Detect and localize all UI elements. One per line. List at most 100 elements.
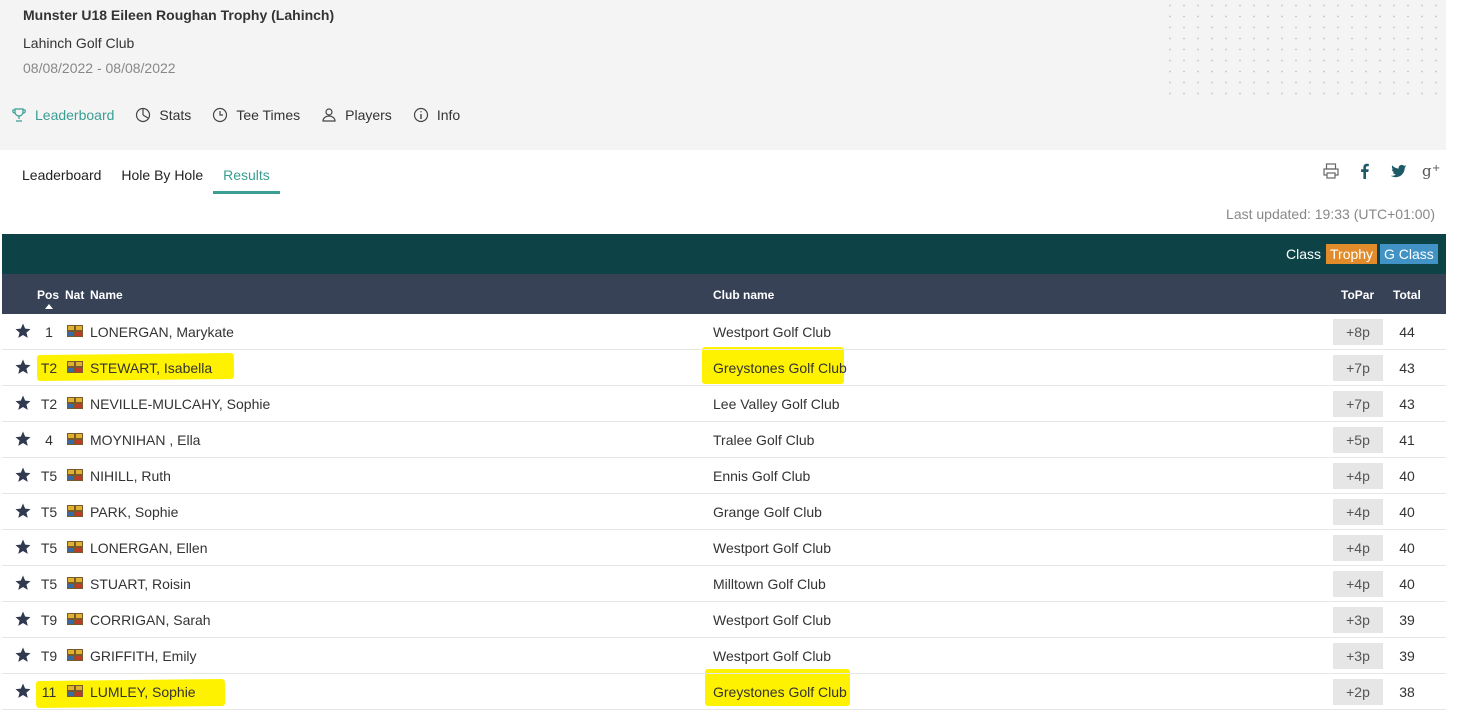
table-row[interactable]: T9 CORRIGAN, Sarah Westport Golf Club +3p 39 (2, 602, 1446, 638)
leaderboard-table-body: 1 LONERGAN, Marykate Westport Golf Club +8p… (2, 314, 1446, 710)
table-row[interactable]: T9 GRIFFITH, Emily Westport Golf Club +3p 39 (2, 638, 1446, 674)
favorite-star-icon[interactable] (14, 538, 32, 556)
print-icon[interactable] (1320, 160, 1342, 182)
share-toolbar: g + (1320, 160, 1444, 182)
total-cell: 39 (1399, 648, 1415, 664)
nav-info-label: Info (436, 107, 461, 123)
info-icon (412, 106, 430, 124)
twitter-icon[interactable] (1388, 160, 1410, 182)
class-badge-g-class[interactable]: G Class (1380, 244, 1438, 264)
player-name[interactable]: LUMLEY, Sophie (90, 684, 196, 700)
tab-leaderboard[interactable]: Leaderboard (12, 160, 111, 194)
nav-tee-times-label: Tee Times (236, 107, 301, 123)
google-plus-icon[interactable]: g + (1422, 160, 1444, 182)
column-total[interactable]: Total (1393, 288, 1421, 302)
club-name-cell: Westport Golf Club (713, 612, 832, 628)
favorite-star-icon[interactable] (14, 430, 32, 448)
player-name[interactable]: GRIFFITH, Emily (90, 648, 197, 664)
topar-cell[interactable]: +2p (1333, 679, 1383, 705)
facebook-icon[interactable] (1354, 160, 1376, 182)
table-row[interactable]: T5 PARK, Sophie Grange Golf Club +4p 40 (2, 494, 1446, 530)
favorite-star-icon[interactable] (14, 358, 32, 376)
favorite-star-icon[interactable] (14, 682, 32, 700)
topar-cell[interactable]: +3p (1333, 643, 1383, 669)
table-row[interactable]: 11 LUMLEY, Sophie Greystones Golf Club +2p 3… (2, 674, 1446, 710)
topar-cell[interactable]: +4p (1333, 535, 1383, 561)
favorite-star-icon[interactable] (14, 466, 32, 484)
total-cell: 39 (1399, 612, 1415, 628)
nav-info[interactable]: Info (412, 106, 460, 124)
favorite-star-icon[interactable] (14, 502, 32, 520)
favorite-star-icon[interactable] (14, 394, 32, 412)
results-sub-tabs: Leaderboard Hole By Hole Results (12, 160, 280, 194)
club-name-cell: Tralee Golf Club (713, 432, 815, 448)
topar-cell[interactable]: +4p (1333, 463, 1383, 489)
tab-results[interactable]: Results (213, 160, 280, 194)
svg-text:+: + (1432, 163, 1440, 174)
table-row[interactable]: 1 LONERGAN, Marykate Westport Golf Club +8p… (2, 314, 1446, 350)
topar-cell[interactable]: +8p (1333, 319, 1383, 345)
total-cell: 41 (1399, 432, 1415, 448)
favorite-star-icon[interactable] (14, 574, 32, 592)
total-cell: 43 (1399, 360, 1415, 376)
player-name[interactable]: LONERGAN, Ellen (90, 540, 207, 556)
topar-cell[interactable]: +4p (1333, 571, 1383, 597)
column-pos[interactable]: Pos (37, 288, 59, 302)
table-row[interactable]: T2 STEWART, Isabella Greystones Golf Club +… (2, 350, 1446, 386)
total-cell: 44 (1399, 324, 1415, 340)
club-name-cell: Westport Golf Club (713, 648, 832, 664)
last-updated: Last updated: 19:33 (UTC+01:00) (1226, 206, 1435, 222)
player-name[interactable]: CORRIGAN, Sarah (90, 612, 211, 628)
table-row[interactable]: 4 MOYNIHAN , Ella Tralee Golf Club +5p 41 (2, 422, 1446, 458)
player-name[interactable]: NEVILLE-MULCAHY, Sophie (90, 396, 270, 412)
club-name-cell: Ennis Golf Club (713, 468, 811, 484)
player-name[interactable]: PARK, Sophie (90, 504, 178, 520)
trophy-icon (10, 106, 28, 124)
nav-tee-times[interactable]: Tee Times (211, 106, 300, 124)
column-name[interactable]: Name (90, 288, 123, 302)
topar-cell[interactable]: +7p (1333, 355, 1383, 381)
column-topar[interactable]: ToPar (1341, 288, 1374, 302)
favorite-star-icon[interactable] (14, 646, 32, 664)
position-cell: T5 (40, 468, 58, 484)
class-badge-trophy[interactable]: Trophy (1326, 244, 1378, 264)
position-cell: T2 (40, 396, 58, 412)
table-row[interactable]: T5 STUART, Roisin Milltown Golf Club +4p 40 (2, 566, 1446, 602)
table-row[interactable]: T5 LONERGAN, Ellen Westport Golf Club +4p 40 (2, 530, 1446, 566)
position-cell: T5 (40, 504, 58, 520)
tournament-header: Munster U18 Eileen Roughan Trophy (Lahin… (0, 0, 1446, 150)
player-name[interactable]: STEWART, Isabella (90, 360, 212, 376)
position-cell: 4 (45, 432, 53, 448)
column-club-name[interactable]: Club name (713, 288, 774, 302)
user-icon (320, 106, 338, 124)
topar-cell[interactable]: +3p (1333, 607, 1383, 633)
tournament-dates: 08/08/2022 - 08/08/2022 (23, 60, 176, 76)
table-header: Pos Nat Name Club name ToPar Total (2, 274, 1446, 314)
club-name-cell: Greystones Golf Club (713, 684, 847, 700)
nav-players[interactable]: Players (320, 106, 392, 124)
ireland-flag-icon (67, 325, 83, 337)
player-name[interactable]: STUART, Roisin (90, 576, 191, 592)
favorite-star-icon[interactable] (14, 322, 32, 340)
column-nat[interactable]: Nat (65, 288, 84, 302)
topar-cell[interactable]: +7p (1333, 391, 1383, 417)
tournament-title: Munster U18 Eileen Roughan Trophy (Lahin… (23, 7, 335, 23)
pie-chart-icon (134, 106, 152, 124)
favorite-star-icon[interactable] (14, 610, 32, 628)
table-row[interactable]: T2 NEVILLE-MULCAHY, Sophie Lee Valley Golf… (2, 386, 1446, 422)
total-cell: 43 (1399, 396, 1415, 412)
svg-text:g: g (1422, 162, 1432, 180)
total-cell: 40 (1399, 468, 1415, 484)
player-name[interactable]: MOYNIHAN , Ella (90, 432, 200, 448)
total-cell: 38 (1399, 684, 1415, 700)
tab-hole-by-hole[interactable]: Hole By Hole (111, 160, 213, 194)
topar-cell[interactable]: +4p (1333, 499, 1383, 525)
player-name[interactable]: NIHILL, Ruth (90, 468, 171, 484)
dot-pattern-decoration (1163, 0, 1443, 95)
ireland-flag-icon (67, 433, 83, 445)
player-name[interactable]: LONERGAN, Marykate (90, 324, 234, 340)
nav-leaderboard[interactable]: Leaderboard (10, 106, 114, 124)
nav-stats[interactable]: Stats (134, 106, 191, 124)
table-row[interactable]: T5 NIHILL, Ruth Ennis Golf Club +4p 40 (2, 458, 1446, 494)
topar-cell[interactable]: +5p (1333, 427, 1383, 453)
